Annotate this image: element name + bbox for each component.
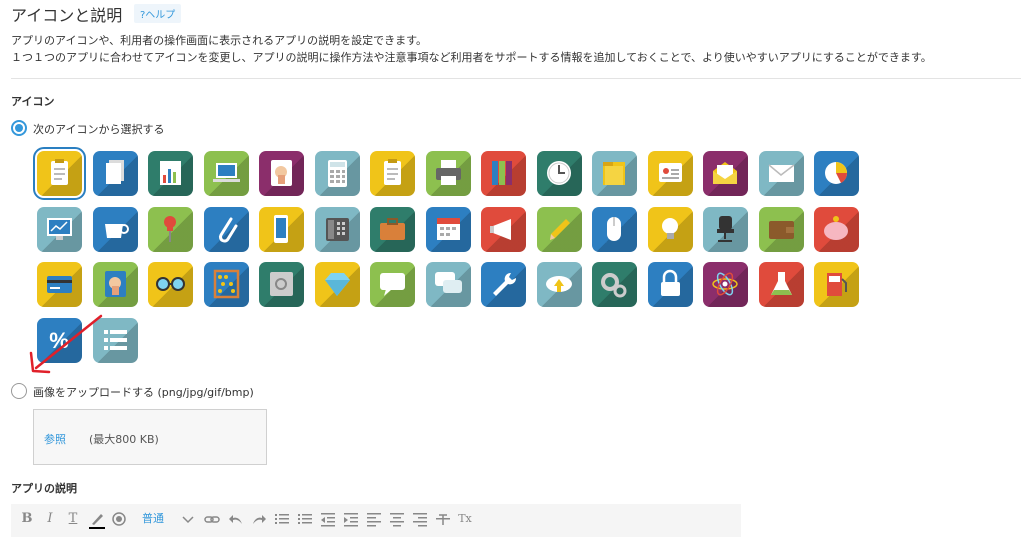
unordered-list-icon[interactable] (274, 509, 290, 529)
font-size-select[interactable]: 普通 (140, 509, 166, 529)
ordered-list-icon[interactable] (297, 509, 313, 529)
upload-image-radio[interactable] (11, 383, 27, 399)
undo-icon[interactable] (228, 509, 244, 529)
indent-icon[interactable] (343, 509, 359, 529)
max-size-note: (最大800 KB) (89, 433, 159, 446)
background-color-icon[interactable] (111, 509, 127, 529)
strikethrough-icon[interactable] (435, 509, 451, 529)
remove-format-icon[interactable]: Tx (456, 509, 474, 529)
outdent-icon[interactable] (320, 509, 336, 529)
pencil-highlight-icon[interactable] (88, 509, 106, 529)
upload-image-label: 画像をアップロードする (png/jpg/gif/bmp) (33, 386, 254, 399)
link-icon[interactable] (204, 509, 220, 529)
italic-icon[interactable]: I (41, 509, 59, 529)
align-right-icon[interactable] (412, 509, 428, 529)
chevron-down-icon[interactable] (181, 509, 195, 529)
bold-icon[interactable]: B (18, 509, 36, 529)
app-description-heading: アプリの説明 (11, 482, 77, 495)
align-center-icon[interactable] (389, 509, 405, 529)
redo-icon[interactable] (251, 509, 267, 529)
align-left-icon[interactable] (366, 509, 382, 529)
text-color-icon[interactable]: T (64, 509, 82, 529)
browse-button[interactable]: 参照 (44, 431, 66, 447)
